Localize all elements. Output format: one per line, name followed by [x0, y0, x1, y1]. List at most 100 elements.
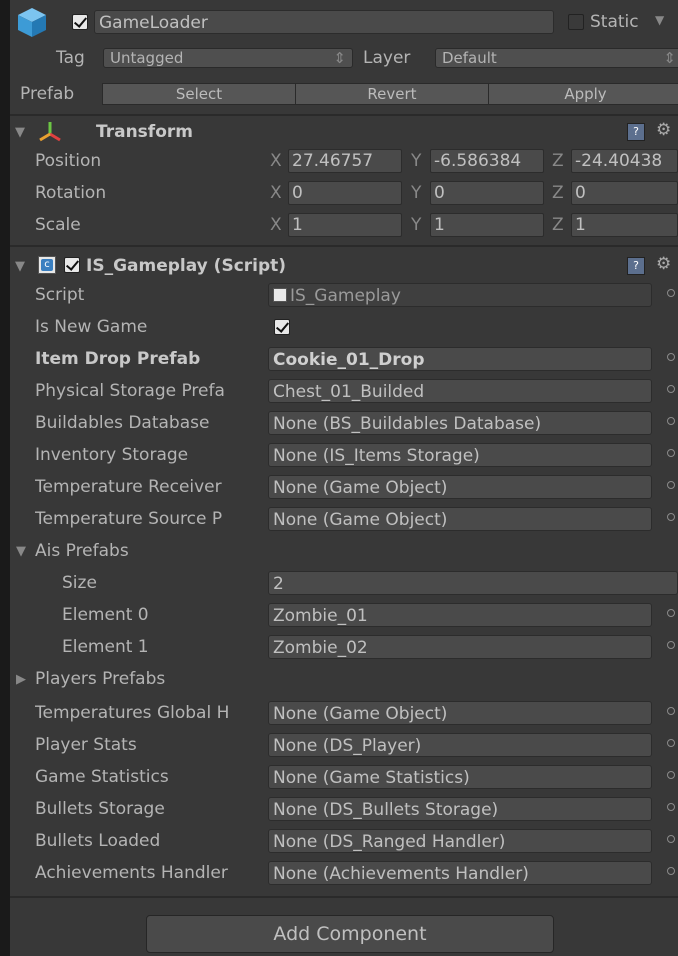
tag-value: Untagged: [110, 49, 184, 67]
inspector-panel: GameLoader Static ▼ Tag Untagged ⇕ Layer…: [10, 0, 678, 956]
add-component-button[interactable]: Add Component: [146, 915, 554, 953]
position-x-input[interactable]: 27.46757: [288, 149, 402, 173]
temperatures-global-field[interactable]: None (Game Object): [268, 701, 652, 725]
ais-prefabs-foldout[interactable]: ▼ Ais Prefabs: [10, 535, 678, 567]
scale-y-input[interactable]: 1: [430, 213, 544, 237]
object-picker-icon[interactable]: [667, 707, 675, 715]
field-row-is-new-game: Is New Game: [10, 311, 678, 343]
help-icon[interactable]: ?: [627, 257, 645, 275]
field-label: Element 1: [62, 637, 149, 657]
object-picker-icon[interactable]: [667, 353, 675, 361]
prefab-revert-button[interactable]: Revert: [295, 83, 489, 105]
rotation-z-input[interactable]: 0: [571, 181, 678, 205]
chevron-down-icon[interactable]: ▼: [655, 13, 664, 27]
object-picker-icon[interactable]: [667, 867, 675, 875]
transform-header[interactable]: ▼ Transform ? ⚙: [10, 116, 678, 148]
field-label: Buildables Database: [35, 413, 210, 433]
object-picker-icon[interactable]: [667, 289, 675, 297]
gear-icon[interactable]: ⚙: [656, 120, 671, 140]
axis-y-label[interactable]: Y: [411, 151, 421, 171]
foldout-open-icon[interactable]: ▼: [15, 259, 25, 274]
item-drop-prefab-field[interactable]: Cookie_01_Drop: [268, 347, 652, 371]
field-row-physical-storage: Physical Storage Prefa Chest_01_Builded: [10, 375, 678, 407]
foldout-open-icon[interactable]: ▼: [16, 544, 26, 559]
axis-x-label[interactable]: X: [270, 151, 282, 171]
field-label: Players Prefabs: [35, 669, 166, 689]
axis-z-label[interactable]: Z: [552, 215, 564, 235]
field-value: IS_Gameplay: [290, 286, 401, 306]
field-label: Item Drop Prefab: [35, 349, 201, 369]
foldout-closed-icon[interactable]: ▶: [16, 672, 26, 687]
rotation-y-input[interactable]: 0: [430, 181, 544, 205]
element-0-field[interactable]: Zombie_01: [268, 603, 652, 627]
layer-dropdown[interactable]: Default ⇕: [435, 48, 678, 68]
transform-title: Transform: [96, 122, 193, 142]
object-picker-icon[interactable]: [667, 771, 675, 779]
buildables-database-field[interactable]: None (BS_Buildables Database): [268, 411, 652, 435]
object-picker-icon[interactable]: [667, 641, 675, 649]
is-new-game-checkbox[interactable]: [274, 319, 290, 335]
field-label: Physical Storage Prefa: [35, 381, 225, 401]
static-checkbox[interactable]: [568, 14, 584, 30]
axis-z-label[interactable]: Z: [552, 183, 564, 203]
achievements-handler-field[interactable]: None (Achievements Handler): [268, 861, 652, 885]
axis-y-label[interactable]: Y: [411, 183, 421, 203]
prefab-row: Prefab Select Revert Apply: [10, 78, 678, 110]
bullets-loaded-field[interactable]: None (DS_Ranged Handler): [268, 829, 652, 853]
axis-z-label[interactable]: Z: [552, 151, 564, 171]
scale-z-input[interactable]: 1: [571, 213, 678, 237]
player-stats-field[interactable]: None (DS_Player): [268, 733, 652, 757]
field-label: Player Stats: [35, 735, 137, 755]
position-row: Position X 27.46757 Y -6.586384 Z -24.40…: [10, 145, 678, 177]
gear-icon[interactable]: ⚙: [656, 254, 671, 274]
layer-label: Layer: [363, 48, 411, 68]
object-picker-icon[interactable]: [667, 481, 675, 489]
physical-storage-prefab-field[interactable]: Chest_01_Builded: [268, 379, 652, 403]
object-picker-icon[interactable]: [667, 609, 675, 617]
script-object-field[interactable]: IS_Gameplay: [268, 283, 652, 307]
component-enabled-checkbox[interactable]: [64, 257, 80, 273]
axis-x-label[interactable]: X: [270, 215, 282, 235]
object-picker-icon[interactable]: [667, 417, 675, 425]
active-checkbox[interactable]: [72, 14, 88, 30]
object-picker-icon[interactable]: [667, 513, 675, 521]
position-label: Position: [35, 151, 102, 171]
object-picker-icon[interactable]: [667, 803, 675, 811]
object-picker-icon[interactable]: [667, 739, 675, 747]
players-prefabs-foldout[interactable]: ▶ Players Prefabs: [10, 663, 678, 695]
field-label: Inventory Storage: [35, 445, 189, 465]
field-label: Size: [62, 573, 97, 593]
foldout-open-icon[interactable]: ▼: [15, 125, 25, 140]
object-picker-icon[interactable]: [667, 385, 675, 393]
temperature-receiver-field[interactable]: None (Game Object): [268, 475, 652, 499]
tag-layer-row: Tag Untagged ⇕ Layer Default ⇕: [10, 42, 678, 74]
gameobject-name-input[interactable]: GameLoader: [94, 10, 554, 34]
component-header[interactable]: ▼ c IS_Gameplay (Script) ? ⚙: [10, 250, 678, 282]
bullets-storage-field[interactable]: None (DS_Bullets Storage): [268, 797, 652, 821]
tag-dropdown[interactable]: Untagged ⇕: [103, 48, 353, 68]
field-label: Temperature Source P: [35, 509, 223, 529]
position-y-input[interactable]: -6.586384: [430, 149, 544, 173]
object-picker-icon[interactable]: [667, 835, 675, 843]
field-label: Achievements Handler: [35, 863, 228, 883]
object-picker-icon[interactable]: [667, 449, 675, 457]
inventory-storage-field[interactable]: None (IS_Items Storage): [268, 443, 652, 467]
axis-x-label[interactable]: X: [270, 183, 282, 203]
field-label: Temperature Receiver: [35, 477, 222, 497]
axis-y-label[interactable]: Y: [411, 215, 421, 235]
rotation-x-input[interactable]: 0: [288, 181, 402, 205]
scale-x-input[interactable]: 1: [288, 213, 402, 237]
array-size-input[interactable]: 2: [268, 571, 678, 595]
dropdown-arrow-icon: ⇕: [333, 49, 346, 67]
game-statistics-field[interactable]: None (Game Statistics): [268, 765, 652, 789]
prefab-select-button[interactable]: Select: [102, 83, 296, 105]
prefab-apply-button[interactable]: Apply: [488, 83, 678, 105]
position-z-input[interactable]: -24.40438: [571, 149, 678, 173]
help-icon[interactable]: ?: [627, 123, 645, 141]
field-label: Bullets Loaded: [35, 831, 161, 851]
field-row-bullets-storage: Bullets Storage None (DS_Bullets Storage…: [10, 793, 678, 825]
scale-label: Scale: [35, 215, 81, 235]
element-1-field[interactable]: Zombie_02: [268, 635, 652, 659]
field-row-element-1: Element 1 Zombie_02: [10, 631, 678, 663]
temperature-source-field[interactable]: None (Game Object): [268, 507, 652, 531]
